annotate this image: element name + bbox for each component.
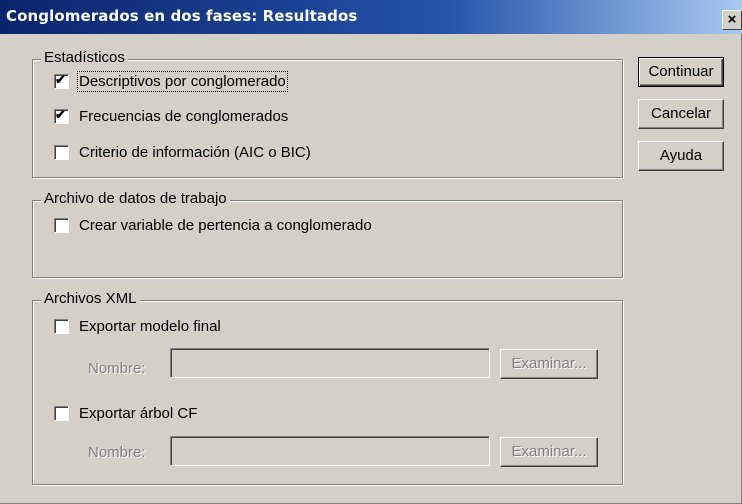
tree-name-label: Nombre: [88,444,146,461]
checkbox-box[interactable] [54,319,69,334]
tree-name-input[interactable] [170,436,490,466]
model-name-label: Nombre: [88,360,146,377]
close-button[interactable]: × [722,10,742,30]
descriptives-checkbox[interactable]: ✔ Descriptivos por conglomerado [54,71,288,92]
help-button[interactable]: Ayuda [638,141,724,171]
model-browse-button[interactable]: Examinar... [500,349,598,379]
check-icon: ✔ [55,107,66,122]
cancel-button[interactable]: Cancelar [638,99,724,129]
checkbox-box[interactable] [54,145,69,160]
continue-button[interactable]: Continuar [638,57,724,87]
create-variable-label: Crear variable de pertencia a conglomera… [79,217,372,234]
dialog-window: Conglomerados en dos fases: Resultados ×… [0,0,742,504]
tree-browse-button[interactable]: Examinar... [500,437,598,467]
export-tree-checkbox[interactable]: Exportar árbol CF [54,405,197,422]
check-icon: ✔ [55,72,66,87]
info-criterion-label: Criterio de información (AIC o BIC) [79,144,311,161]
statistics-legend: Estadísticos [41,49,128,66]
descriptives-label: Descriptivos por conglomerado [77,71,288,92]
checkbox-box[interactable]: ✔ [54,107,69,124]
close-icon: × [727,11,737,28]
working-data-group: Archivo de datos de trabajo [32,190,623,278]
export-model-checkbox[interactable]: Exportar modelo final [54,318,221,335]
window-title: Conglomerados en dos fases: Resultados [6,7,358,25]
export-tree-label: Exportar árbol CF [79,405,198,422]
frequencies-checkbox[interactable]: ✔ Frecuencias de conglomerados [54,107,289,125]
model-name-input[interactable] [170,348,490,378]
checkbox-box[interactable] [54,406,69,421]
export-model-label: Exportar modelo final [79,318,221,335]
xml-files-legend: Archivos XML [41,290,140,307]
checkbox-box[interactable]: ✔ [54,72,69,89]
frequencies-label: Frecuencias de conglomerados [79,108,289,125]
info-criterion-checkbox[interactable]: Criterio de información (AIC o BIC) [54,144,311,161]
checkbox-box[interactable] [54,218,69,233]
working-data-legend: Archivo de datos de trabajo [41,190,230,207]
title-bar[interactable]: Conglomerados en dos fases: Resultados × [0,0,742,34]
create-variable-checkbox[interactable]: Crear variable de pertencia a conglomera… [54,217,372,234]
